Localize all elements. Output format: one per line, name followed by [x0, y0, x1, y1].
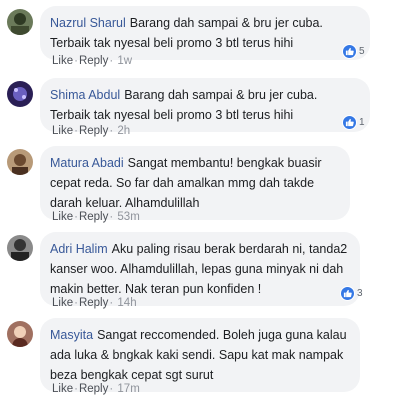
comment-item: Nazrul Sharul Barang dah sampai & bru jer…	[0, 0, 400, 78]
like-link[interactable]: Like	[52, 383, 73, 395]
comment-author[interactable]: Matura Abadi	[50, 156, 124, 170]
comment-time[interactable]: 1w	[117, 55, 132, 67]
avatar[interactable]	[7, 81, 33, 107]
comment-item: Masyita Sangat reccomended. Boleh juga gu…	[0, 315, 400, 403]
thumbs-up-icon	[342, 43, 357, 59]
reaction-number: 5	[359, 45, 365, 57]
comment-item: Shima Abdul Barang dah sampai & bru jer c…	[0, 75, 400, 143]
reaction-count[interactable]: 5	[342, 42, 365, 60]
like-link[interactable]: Like	[52, 55, 73, 67]
avatar[interactable]	[7, 235, 33, 261]
avatar[interactable]	[7, 321, 33, 347]
avatar[interactable]	[7, 149, 33, 175]
reaction-count[interactable]: 1	[342, 113, 365, 131]
comment-bubble: Shima Abdul Barang dah sampai & bru jer c…	[40, 78, 370, 132]
reply-link[interactable]: Reply	[79, 297, 108, 309]
reaction-number: 1	[359, 116, 365, 128]
reply-link[interactable]: Reply	[79, 55, 108, 67]
comment-author[interactable]: Shima Abdul	[50, 88, 120, 102]
comment-bubble: Matura Abadi Sangat membantu! bengkak bua…	[40, 146, 350, 220]
reply-link[interactable]: Reply	[79, 383, 108, 395]
like-link[interactable]: Like	[52, 125, 73, 137]
comment-time[interactable]: 17m	[117, 383, 139, 395]
comment-actions: Like·Reply· 2h	[52, 125, 131, 137]
comment-actions: Like·Reply· 53m	[52, 211, 140, 223]
comment-actions: Like·Reply· 14h	[52, 297, 137, 309]
comment-bubble: Adri Halim Aku paling risau berak berdara…	[40, 232, 360, 306]
like-link[interactable]: Like	[52, 297, 73, 309]
comment-item: Adri Halim Aku paling risau berak berdara…	[0, 229, 400, 317]
comment-time[interactable]: 53m	[117, 211, 139, 223]
reply-link[interactable]: Reply	[79, 125, 108, 137]
reaction-number: 3	[357, 287, 363, 299]
comment-author[interactable]: Masyita	[50, 328, 93, 342]
comment-time[interactable]: 2h	[117, 125, 130, 137]
comment-actions: Like·Reply· 1w	[52, 55, 133, 67]
reaction-count[interactable]: 3	[340, 284, 363, 302]
comment-author[interactable]: Nazrul Sharul	[50, 16, 126, 30]
thumbs-up-icon	[342, 114, 357, 130]
comment-author[interactable]: Adri Halim	[50, 242, 108, 256]
comment-time[interactable]: 14h	[117, 297, 136, 309]
comment-actions: Like·Reply· 17m	[52, 383, 140, 395]
comment-item: Matura Abadi Sangat membantu! bengkak bua…	[0, 143, 400, 231]
comment-bubble: Masyita Sangat reccomended. Boleh juga gu…	[40, 318, 360, 392]
comment-bubble: Nazrul Sharul Barang dah sampai & bru jer…	[40, 6, 370, 60]
avatar[interactable]	[7, 9, 33, 35]
thumbs-up-icon	[340, 285, 355, 301]
like-link[interactable]: Like	[52, 211, 73, 223]
comment-text: Sangat reccomended. Boleh juga guna kala…	[50, 328, 347, 382]
reply-link[interactable]: Reply	[79, 211, 108, 223]
